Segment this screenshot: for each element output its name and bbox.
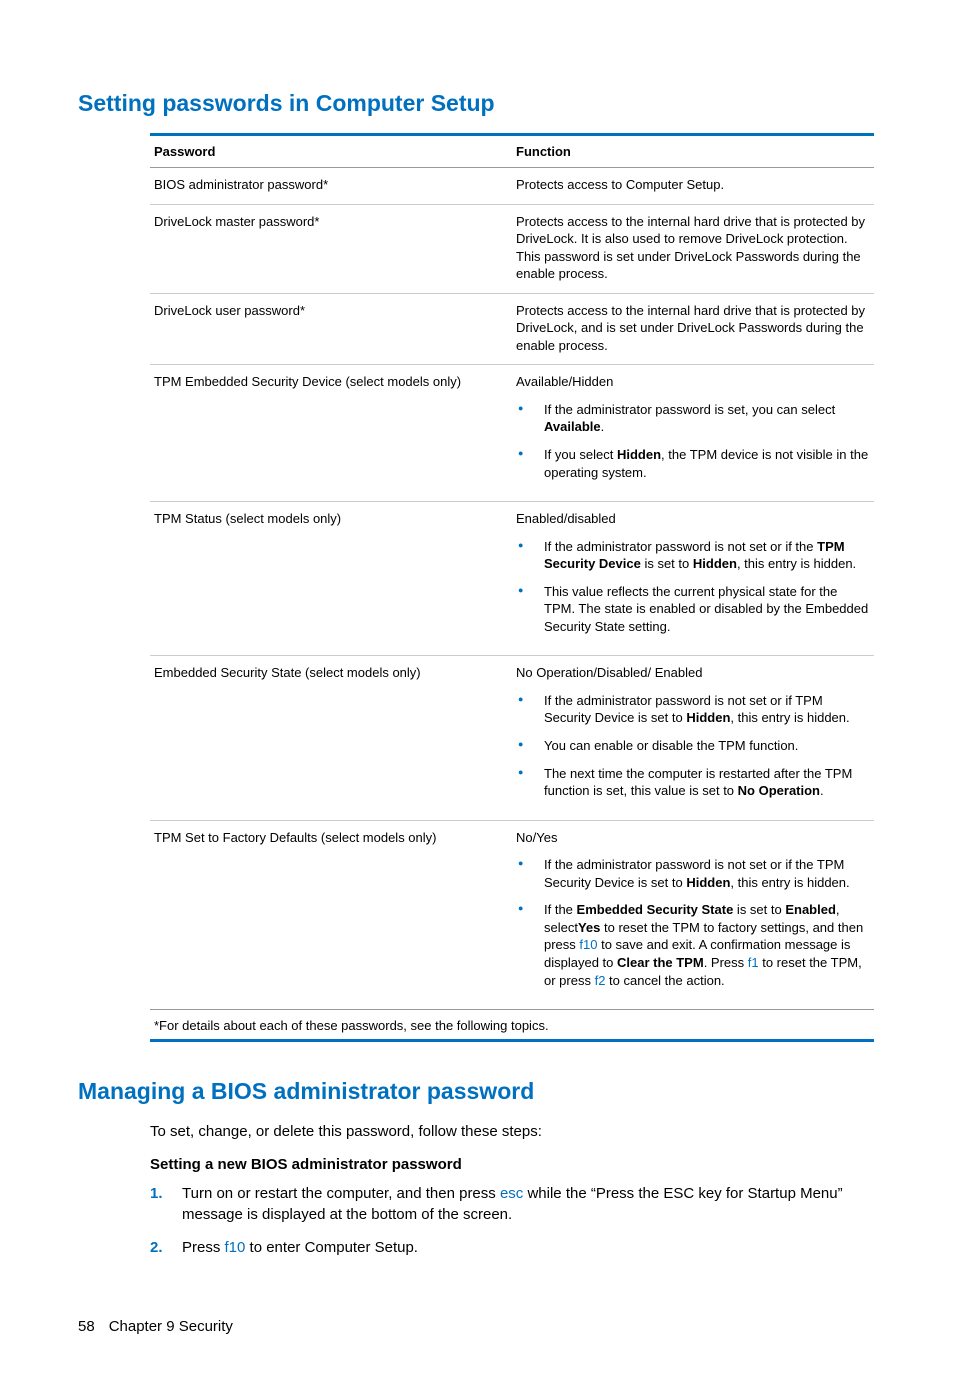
cell-password: DriveLock user password* xyxy=(150,293,512,365)
list-item: If the administrator password is not set… xyxy=(516,856,870,891)
cell-password: BIOS administrator password* xyxy=(150,168,512,205)
page-number: 58 xyxy=(78,1318,95,1335)
cell-password: TPM Embedded Security Device (select mod… xyxy=(150,365,512,502)
cell-function: Protects access to Computer Setup. xyxy=(512,168,874,205)
table-header-row: Password Function xyxy=(150,136,874,168)
step-item: Turn on or restart the computer, and the… xyxy=(150,1183,874,1225)
cell-function: Available/Hidden If the administrator pa… xyxy=(512,365,874,502)
intro-text: To set, change, or delete this password,… xyxy=(150,1121,874,1142)
header-function: Function xyxy=(512,136,874,168)
list-item: If the administrator password is not set… xyxy=(516,692,870,727)
table-footnote: *For details about each of these passwor… xyxy=(150,1009,874,1039)
header-password: Password xyxy=(150,136,512,168)
table-row: BIOS administrator password* Protects ac… xyxy=(150,168,874,205)
section-heading-setting-passwords: Setting passwords in Computer Setup xyxy=(78,90,874,117)
passwords-table: Password Function BIOS administrator pas… xyxy=(150,133,874,1042)
cell-function: Enabled/disabled If the administrator pa… xyxy=(512,502,874,656)
subheading: Setting a new BIOS administrator passwor… xyxy=(150,1156,874,1173)
cell-top: No Operation/Disabled/ Enabled xyxy=(516,665,702,680)
table-row: DriveLock master password* Protects acce… xyxy=(150,204,874,293)
cell-function: Protects access to the internal hard dri… xyxy=(512,293,874,365)
cell-top: No/Yes xyxy=(516,830,557,845)
cell-password: Embedded Security State (select models o… xyxy=(150,656,512,820)
list-item: If you select Hidden, the TPM device is … xyxy=(516,446,870,481)
cell-password: DriveLock master password* xyxy=(150,204,512,293)
page-footer: 58 Chapter 9 Security xyxy=(78,1318,874,1335)
table-row: TPM Set to Factory Defaults (select mode… xyxy=(150,820,874,1009)
list-item: If the Embedded Security State is set to… xyxy=(516,901,870,989)
cell-function: No/Yes If the administrator password is … xyxy=(512,820,874,1009)
list-item: If the administrator password is set, yo… xyxy=(516,401,870,436)
step-item: Press f10 to enter Computer Setup. xyxy=(150,1237,874,1258)
table-row: TPM Embedded Security Device (select mod… xyxy=(150,365,874,502)
cell-function: No Operation/Disabled/ Enabled If the ad… xyxy=(512,656,874,820)
cell-password: TPM Set to Factory Defaults (select mode… xyxy=(150,820,512,1009)
cell-top: Available/Hidden xyxy=(516,374,613,389)
cell-function: Protects access to the internal hard dri… xyxy=(512,204,874,293)
table-row: Embedded Security State (select models o… xyxy=(150,656,874,820)
list-item: If the administrator password is not set… xyxy=(516,538,870,573)
cell-top: Enabled/disabled xyxy=(516,511,616,526)
section-heading-managing-bios: Managing a BIOS administrator password xyxy=(78,1078,874,1105)
table-row: DriveLock user password* Protects access… xyxy=(150,293,874,365)
list-item: This value reflects the current physical… xyxy=(516,583,870,636)
chapter-label: Chapter 9 Security xyxy=(109,1318,233,1335)
table-row: TPM Status (select models only) Enabled/… xyxy=(150,502,874,656)
cell-password: TPM Status (select models only) xyxy=(150,502,512,656)
list-item: You can enable or disable the TPM functi… xyxy=(516,737,870,755)
list-item: The next time the computer is restarted … xyxy=(516,765,870,800)
